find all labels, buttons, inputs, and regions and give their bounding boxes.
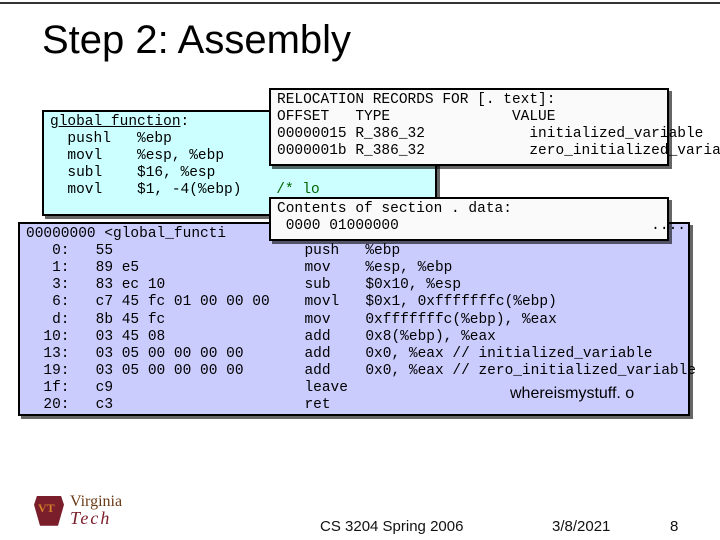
asm-line: movl $1, -4(%ebp) (50, 182, 276, 198)
reloc-row: 00000015 R_386_32 initialized_variable (277, 126, 703, 142)
dis-line: 19: 03 05 00 00 00 00 add 0x0, %eax // z… (26, 363, 696, 379)
dis-line: 6: c7 45 fc 01 00 00 00 movl $0x1, 0xfff… (26, 294, 557, 310)
top-rule (0, 2, 720, 4)
logo-text: Virginia Tech (70, 495, 122, 526)
reloc-row: 0000001b R_386_32 zero_initialized_varia… (277, 143, 720, 159)
logo-tech: Tech (70, 510, 122, 526)
dis-line: 0: 55 push %ebp (26, 243, 400, 259)
dis-line: 1: 89 e5 mov %esp, %ebp (26, 260, 452, 276)
data-header: Contents of section . data: (277, 201, 512, 217)
dis-line: 13: 03 05 00 00 00 00 add 0x0, %eax // i… (26, 346, 653, 362)
asm-fn-label: global_function (50, 114, 181, 130)
relocation-records-box: RELOCATION RECORDS FOR [. text]: OFFSET … (269, 88, 669, 166)
reloc-columns: OFFSET TYPE VALUE (277, 109, 555, 125)
slide-title: Step 2: Assembly (42, 18, 351, 63)
dis-line: 1f: c9 leave (26, 380, 348, 396)
virginia-tech-logo: Virginia Tech (34, 495, 122, 526)
shield-icon (34, 496, 64, 526)
footer-date: 3/8/2021 (552, 518, 610, 535)
asm-line: subl $16, %esp (50, 165, 215, 181)
footer-page: 8 (670, 518, 678, 535)
dis-line: d: 8b 45 fc mov 0xfffffffc(%ebp), %eax (26, 312, 557, 328)
reloc-header: RELOCATION RECORDS FOR [. text]: (277, 92, 555, 108)
dis-line: 00000000 <global_functi (26, 226, 226, 242)
section-data-box: Contents of section . data: 0000 0100000… (269, 197, 669, 241)
data-row: 0000 01000000 .... (277, 218, 686, 234)
dis-line: 3: 83 ec 10 sub $0x10, %esp (26, 277, 461, 293)
dis-line: 10: 03 45 08 add 0x8(%ebp), %eax (26, 329, 496, 345)
footer-course: CS 3204 Spring 2006 (320, 518, 463, 535)
dis-line: 20: c3 ret (26, 397, 331, 413)
object-file-label: whereismystuff. o (510, 385, 634, 403)
asm-line: movl %esp, %ebp (50, 148, 224, 164)
asm-line: pushl %ebp (50, 131, 172, 147)
